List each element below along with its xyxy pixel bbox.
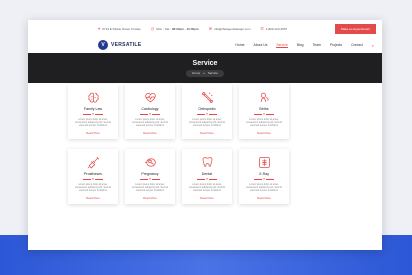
nav-item-contact[interactable]: Contact bbox=[351, 43, 363, 47]
heart-icon: ♥ bbox=[206, 112, 208, 116]
service-title: Orthopedic bbox=[198, 107, 216, 111]
service-title: Family Law bbox=[83, 107, 103, 111]
hours-info: ◷ Mon - Sat : 08:00am - 10:00pm bbox=[150, 26, 199, 31]
title-divider: ♥ bbox=[82, 177, 104, 181]
title-divider: ♥ bbox=[196, 112, 218, 116]
breadcrumb-separator: » bbox=[203, 71, 205, 75]
syringe-icon bbox=[87, 156, 99, 169]
email-text[interactable]: info@thelegenddesign.com bbox=[214, 27, 250, 31]
heart-icon: ♥ bbox=[92, 177, 94, 181]
title-divider: ♥ bbox=[253, 112, 275, 116]
service-card[interactable]: Births ♥ Lorem ipsum dolor sit amet, con… bbox=[239, 84, 289, 139]
read-more-link[interactable]: Read More bbox=[257, 196, 271, 200]
phone-text[interactable]: 1-800-123-4567 bbox=[266, 27, 287, 31]
address-info: ⌖ 6713 E Parker Road, Kinsley bbox=[98, 26, 141, 31]
search-icon[interactable]: ⌕ bbox=[372, 43, 374, 48]
service-title: Dental bbox=[201, 172, 213, 176]
service-description: Lorem ipsum dolor sit amet, consectetur … bbox=[188, 183, 226, 193]
nav-item-service[interactable]: Service bbox=[276, 43, 288, 48]
read-more-link[interactable]: Read More bbox=[86, 196, 100, 200]
phone-icon: ✆ bbox=[260, 26, 264, 31]
read-more-link[interactable]: Read More bbox=[200, 131, 214, 135]
service-description: Lorem ipsum dolor sit amet, consectetur … bbox=[188, 118, 226, 128]
service-card[interactable]: Orthopedic ♥ Lorem ipsum dolor sit amet,… bbox=[182, 84, 232, 139]
location-icon: ⌖ bbox=[98, 26, 101, 31]
service-title: Prostheses bbox=[84, 172, 102, 176]
breadcrumb-home[interactable]: Home bbox=[192, 71, 200, 75]
page-banner: Service Home » Service bbox=[28, 53, 382, 83]
service-description: Lorem ipsum dolor sit amet, consectetur … bbox=[74, 118, 112, 128]
service-card[interactable]: X-Ray ♥ Lorem ipsum dolor sit amet, cons… bbox=[239, 149, 289, 204]
title-divider: ♥ bbox=[253, 177, 275, 181]
heart-icon: ♥ bbox=[149, 112, 151, 116]
baby-icon bbox=[260, 92, 269, 102]
heart-icon: ♥ bbox=[206, 177, 208, 181]
service-description: Lorem ipsum dolor sit amet, consectetur … bbox=[245, 118, 283, 128]
service-card[interactable]: Pregnancy ♥ Lorem ipsum dolor sit amet, … bbox=[125, 149, 175, 204]
service-title: X-Ray bbox=[259, 172, 269, 176]
breadcrumb-current: Service bbox=[207, 71, 218, 75]
main-navigation: V VERSATILE Home About Us Service Blog T… bbox=[28, 37, 382, 53]
fetus-icon bbox=[144, 158, 156, 167]
service-card[interactable]: Dental ♥ Lorem ipsum dolor sit amet, con… bbox=[182, 149, 232, 204]
service-card[interactable]: Prostheses ♥ Lorem ipsum dolor sit amet,… bbox=[68, 149, 118, 204]
brand-logo[interactable]: V VERSATILE bbox=[98, 40, 141, 50]
title-divider: ♥ bbox=[139, 112, 161, 116]
service-description: Lorem ipsum dolor sit amet, consectetur … bbox=[131, 118, 169, 128]
hours-value: 08:00am - 10:00pm bbox=[171, 26, 199, 31]
service-grid: Family Law ♥ Lorem ipsum dolor sit amet,… bbox=[68, 84, 290, 204]
hours-label: Mon - Sat bbox=[156, 26, 170, 31]
mail-icon: ✉ bbox=[208, 26, 213, 31]
service-title: Cardiology bbox=[141, 107, 159, 111]
title-divider: ♥ bbox=[82, 112, 104, 116]
service-description: Lorem ipsum dolor sit amet, consectetur … bbox=[245, 183, 283, 193]
nav-item-blog[interactable]: Blog bbox=[297, 43, 304, 47]
service-card[interactable]: Family Law ♥ Lorem ipsum dolor sit amet,… bbox=[68, 84, 118, 139]
email-info[interactable]: ✉ info@thelegenddesign.com bbox=[209, 26, 251, 31]
xray-icon bbox=[258, 157, 270, 168]
tooth-icon bbox=[202, 157, 212, 167]
heart-pulse-icon bbox=[144, 93, 156, 103]
read-more-link[interactable]: Read More bbox=[257, 131, 271, 135]
breadcrumb: Home » Service bbox=[186, 69, 224, 77]
service-description: Lorem ipsum dolor sit amet, consectetur … bbox=[131, 183, 169, 193]
page-title: Service bbox=[192, 59, 218, 67]
nav-item-about[interactable]: About Us bbox=[253, 43, 267, 47]
read-more-link[interactable]: Read More bbox=[200, 196, 214, 200]
address-text: 6713 E Parker Road, Kinsley bbox=[102, 26, 141, 31]
phone-info[interactable]: ✆ 1-800-123-4567 bbox=[260, 26, 287, 31]
heart-icon: ♥ bbox=[263, 177, 265, 181]
heart-icon: ♥ bbox=[149, 177, 151, 181]
service-description: Lorem ipsum dolor sit amet, consectetur … bbox=[74, 183, 112, 193]
top-info-bar: ⌖ 6713 E Parker Road, Kinsley ◷ Mon - Sa… bbox=[28, 20, 382, 37]
brain-icon bbox=[87, 92, 99, 103]
title-divider: ♥ bbox=[196, 177, 218, 181]
nav-item-team[interactable]: Team bbox=[313, 43, 321, 47]
nav-item-projects[interactable]: Projects bbox=[330, 43, 342, 47]
bone-icon bbox=[201, 92, 213, 103]
read-more-link[interactable]: Read More bbox=[143, 131, 157, 135]
service-title: Births bbox=[259, 107, 269, 111]
title-divider: ♥ bbox=[139, 177, 161, 181]
appointment-button[interactable]: Make an Appointment bbox=[334, 23, 376, 34]
nav-item-home[interactable]: Home bbox=[235, 43, 244, 47]
menu: Home About Us Service Blog Team Projects… bbox=[226, 43, 374, 48]
heart-icon: ♥ bbox=[263, 112, 265, 116]
read-more-link[interactable]: Read More bbox=[143, 196, 157, 200]
clock-icon: ◷ bbox=[150, 26, 155, 31]
service-title: Pregnancy bbox=[141, 172, 159, 176]
logo-text: VERSATILE bbox=[111, 42, 142, 48]
read-more-link[interactable]: Read More bbox=[86, 131, 100, 135]
logo-mark: V bbox=[98, 40, 108, 50]
heart-icon: ♥ bbox=[92, 112, 94, 116]
service-card[interactable]: Cardiology ♥ Lorem ipsum dolor sit amet,… bbox=[125, 84, 175, 139]
